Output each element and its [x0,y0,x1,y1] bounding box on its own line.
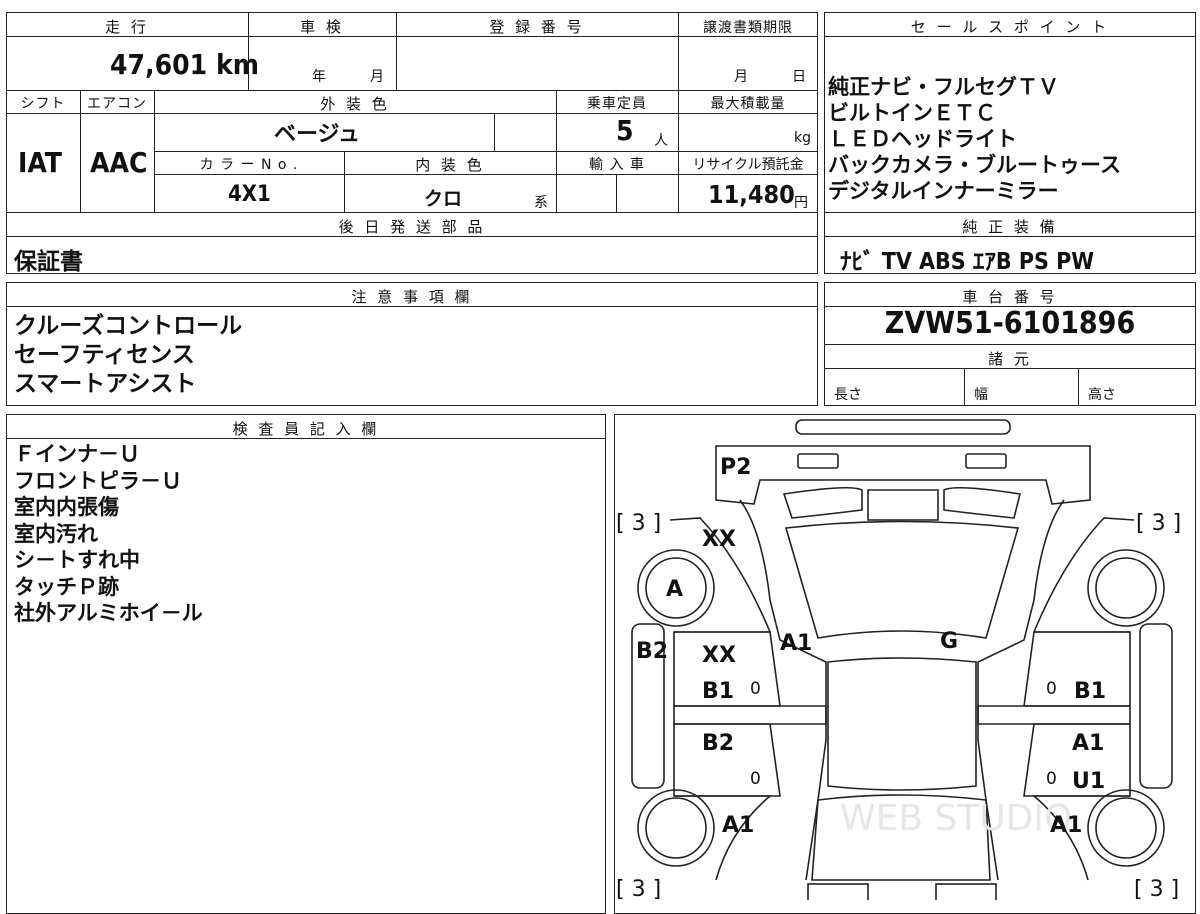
inspector-item: 社外アルミホイ－ル [14,601,203,625]
deadline-month: 月 [734,69,748,85]
shaken-month: 月 [370,69,384,85]
recycle-label: リサイクル預託金 [692,157,804,173]
table-rule [1078,368,1079,406]
car-diagram-box [614,414,1196,914]
sales-point-item: バックカメラ・ブルートゥース [828,153,1121,177]
import-label: 輸 入 車 [589,157,645,173]
note-item: スマートアシスト [14,371,197,397]
shaken-label: 車 検 [300,18,344,36]
transfer-deadline-label: 譲渡書類期限 [703,20,793,36]
inspector-label: 検 査 員 記 入 欄 [232,420,380,438]
table-rule [154,151,818,152]
genuine-equipment-label: 純 正 装 備 [962,218,1058,236]
table-rule [824,344,1196,345]
shift-value: IAT [18,146,62,179]
color-no-value: 4X1 [228,182,271,207]
aircon-label: エアコン [87,96,147,112]
color-no-label: カ ラ ー N o . [199,157,299,173]
chassis-number: ZVW51-6101896 [884,306,1136,341]
sales-point-item: 純正ナビ・フルセグＴＶ [828,75,1059,99]
height-label: 高さ [1088,387,1116,403]
inspector-item: 室内汚れ [14,521,98,546]
capacity-value: 5 [616,114,634,147]
note-item: セーフティセンス [14,342,195,368]
inspector-item: Ｆインナ－Ｕ [14,442,140,466]
table-rule [6,212,818,213]
recycle-value: 11,480 [708,180,795,209]
interior-suffix: 系 [534,195,548,211]
table-rule [494,113,495,151]
inspector-item: フロントピラ－Ｕ [14,468,182,493]
aircon-value: AAC [90,146,148,179]
notes-list: クルーズコントロール セーフティセンス スマートアシスト [14,312,242,399]
sales-point-item: デジタルインナーミラー [828,179,1059,203]
genuine-equipment-value: ﾅﾋﾞ TV ABS ｴｱB PS PW [840,249,1095,275]
table-rule [964,368,965,406]
inspector-item: タッチＰ跡 [14,574,119,599]
mileage-value: 47,601 km [110,48,259,81]
mileage-label: 走 行 [105,18,149,36]
table-rule [6,90,818,91]
shaken-year: 年 [312,69,326,85]
interior-color-label: 内 装 色 [415,156,485,174]
recycle-unit: 円 [794,195,808,211]
capacity-label: 乗車定員 [587,96,647,112]
max-load-label: 最大積載量 [710,96,786,112]
notes-label: 注 意 事 項 欄 [351,288,473,306]
sales-points-label: セ ー ル ス ポ イ ン ト [910,18,1110,36]
exterior-color-label: 外 装 色 [320,95,390,113]
shift-label: シフト [20,96,66,112]
length-label: 長さ [834,387,862,403]
table-rule [824,212,1196,213]
chassis-label: 車 台 番 号 [962,288,1058,306]
max-load-unit: kg [794,130,811,146]
sales-point-item: ＬＥＤヘッドライト [828,127,1017,151]
registration-label: 登 録 番 号 [489,18,585,36]
note-item: クルーズコントロール [14,313,243,339]
capacity-unit: 人 [654,133,668,149]
deadline-day: 日 [792,69,806,85]
inspector-list: Ｆインナ－Ｕ フロントピラ－Ｕ 室内内張傷 室内汚れ シ－トすれ中 タッチＰ跡 … [14,441,203,627]
sales-point-item: ビルトインＥＴＣ [828,101,996,125]
table-rule [616,174,617,212]
specs-label: 諸 元 [988,350,1032,368]
exterior-color-value: ベージュ [274,122,361,147]
interior-color-value: クロ [424,188,463,210]
sales-points-list: 純正ナビ・フルセグＴＶ ビルトインＥＴＣ ＬＥＤヘッドライト バックカメラ・ブル… [828,74,1121,204]
inspector-item: シ－トすれ中 [14,548,140,572]
width-label: 幅 [974,387,988,403]
inspector-item: 室内内張傷 [14,495,119,519]
later-parts-value: 保証書 [14,249,83,275]
later-parts-label: 後 日 発 送 部 品 [338,218,486,236]
